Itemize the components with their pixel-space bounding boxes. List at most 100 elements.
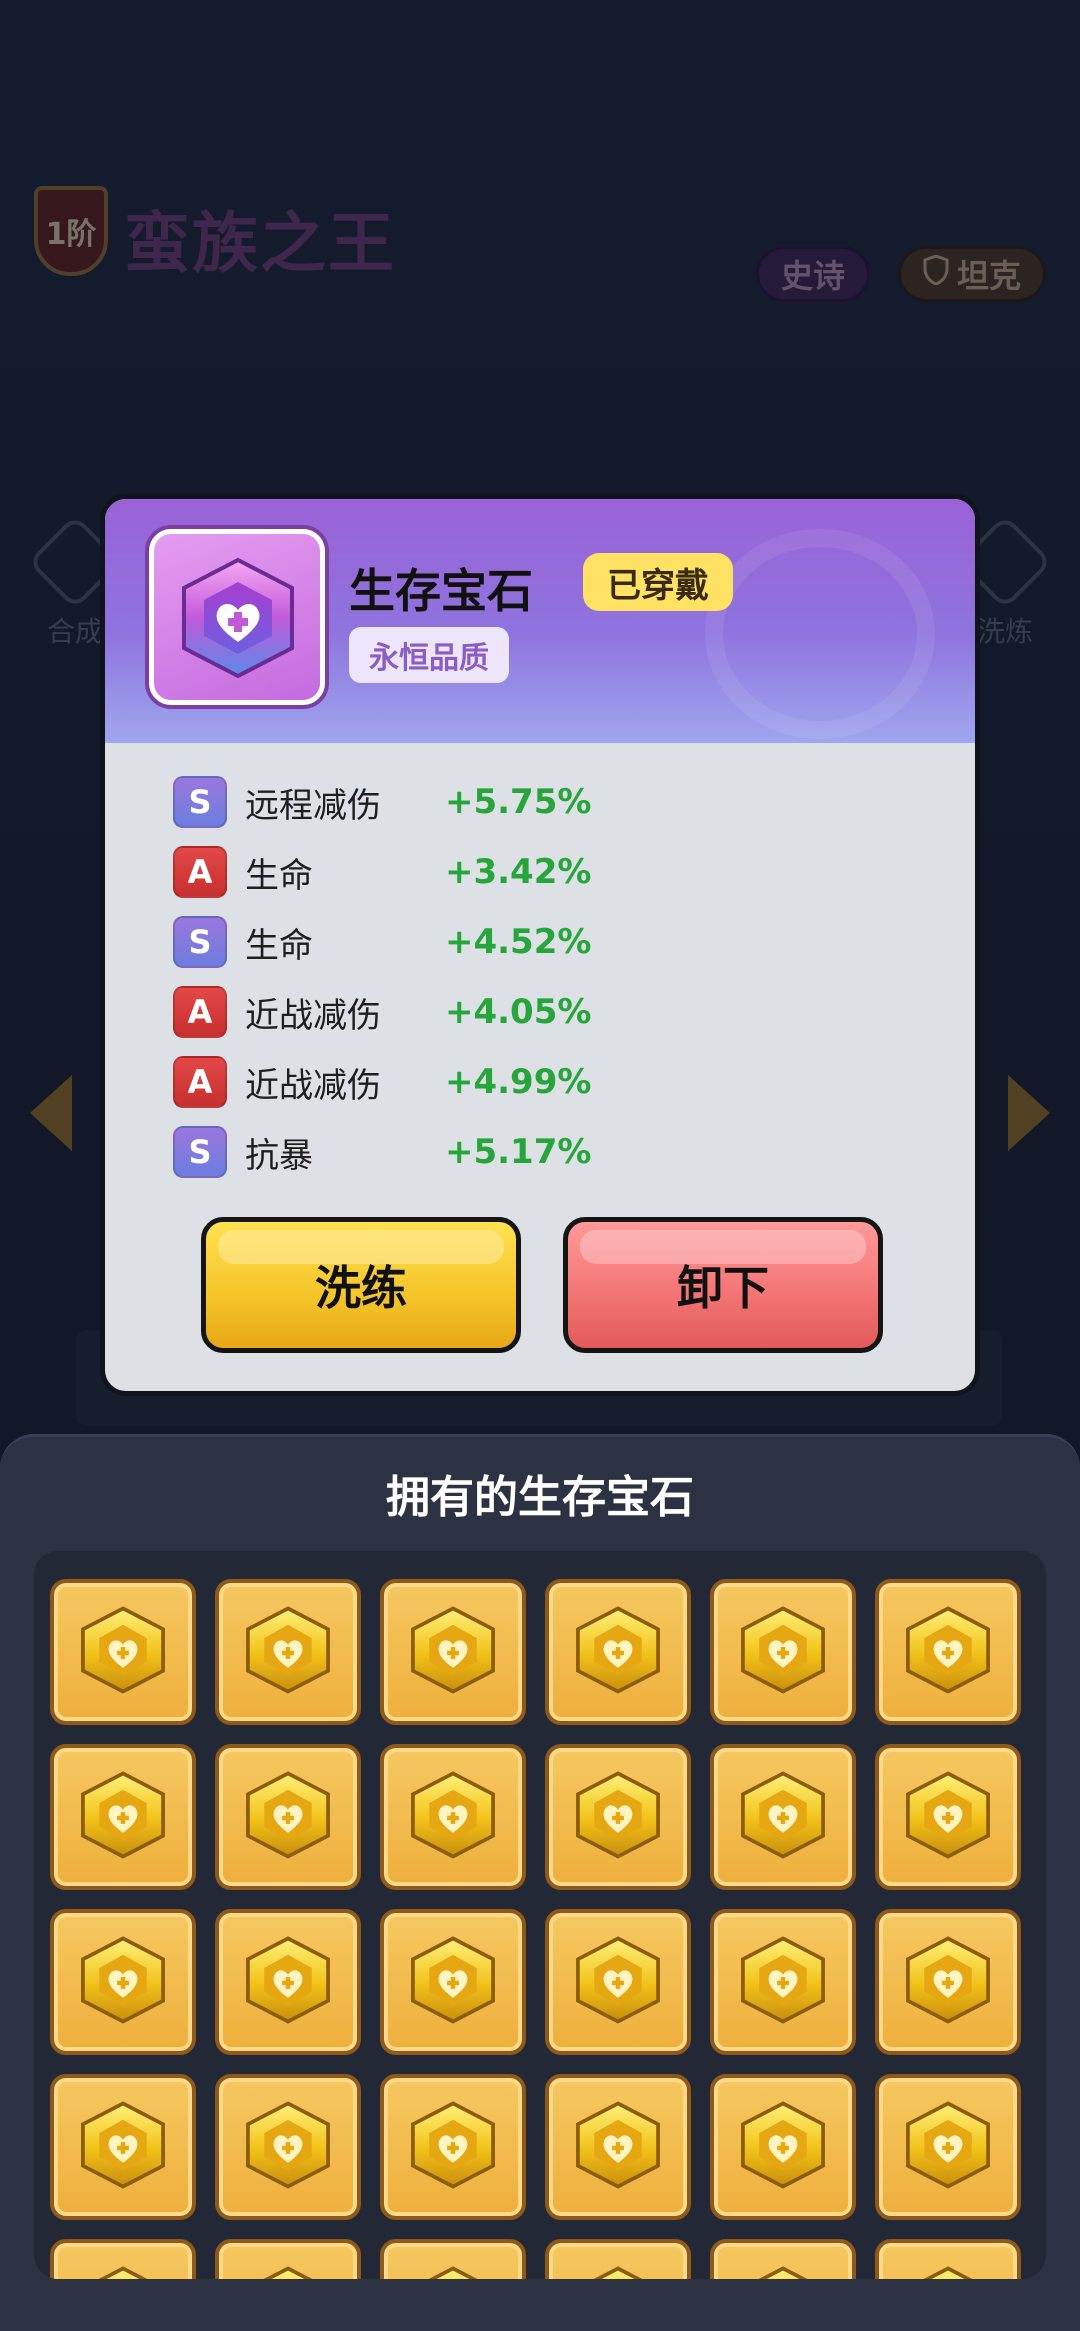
stat-value: +3.42% <box>445 852 592 892</box>
stat-row: S 抗暴 +5.17% <box>173 1117 933 1187</box>
survival-gem-icon <box>570 2264 666 2279</box>
stat-row: S 生命 +4.52% <box>173 907 933 977</box>
inventory-slot[interactable] <box>215 1579 361 1725</box>
inventory-slot[interactable] <box>875 1744 1021 1890</box>
stat-name: 抗暴 <box>245 1135 313 1176</box>
survival-gem-icon <box>405 1604 501 1700</box>
rank-badge-label: 1阶 <box>45 217 97 252</box>
inventory-slot[interactable] <box>50 1579 196 1725</box>
inventory-slot[interactable] <box>875 2239 1021 2279</box>
stat-value: +5.75% <box>445 782 592 822</box>
stat-value: +4.99% <box>445 1062 592 1102</box>
inventory-slot[interactable] <box>545 1579 691 1725</box>
inventory-slot[interactable] <box>380 2239 526 2279</box>
inventory-slot[interactable] <box>380 2074 526 2220</box>
popup-header: 生存宝石 已穿戴 永恒品质 <box>105 499 975 743</box>
survival-gem-icon <box>570 1934 666 2030</box>
inventory-slot[interactable] <box>215 1744 361 1890</box>
grade-badge: S <box>173 916 227 968</box>
survival-gem-icon <box>405 1934 501 2030</box>
survival-gem-icon <box>735 2099 831 2195</box>
inventory-grid-container[interactable] <box>34 1551 1046 2279</box>
refine-button-label: 洗练 <box>315 1261 407 1315</box>
rank-badge: 1阶 <box>34 186 108 276</box>
inventory-slot[interactable] <box>545 2074 691 2220</box>
tag-tank-label: 坦克 <box>957 257 1022 295</box>
stat-name: 生命 <box>245 855 313 896</box>
stat-name: 远程减伤 <box>245 785 381 826</box>
survival-gem-icon <box>75 1934 171 2030</box>
survival-gem-icon <box>75 2264 171 2279</box>
survival-gem-icon <box>900 2264 996 2279</box>
refine-button[interactable]: 洗练 <box>201 1217 521 1353</box>
inventory-slot[interactable] <box>50 1909 196 2055</box>
survival-gem-icon <box>900 2099 996 2195</box>
inventory-slot[interactable] <box>710 2239 856 2279</box>
stat-row: S 远程减伤 +5.75% <box>173 767 933 837</box>
unequip-button-label: 卸下 <box>677 1261 769 1315</box>
stat-name: 近战减伤 <box>245 1065 381 1106</box>
gem-detail-popup: 生存宝石 已穿戴 永恒品质 S 远程减伤 +5.75% A 生命 +3.42% … <box>100 494 980 1396</box>
survival-gem-icon <box>75 1604 171 1700</box>
stat-row: A 生命 +3.42% <box>173 837 933 907</box>
inventory-slot[interactable] <box>380 1744 526 1890</box>
inventory-slot[interactable] <box>545 1744 691 1890</box>
survival-gem-icon <box>240 1604 336 1700</box>
unequip-button[interactable]: 卸下 <box>563 1217 883 1353</box>
survival-gem-icon <box>735 1604 831 1700</box>
gem-title: 生存宝石 <box>349 564 533 618</box>
inventory-slot[interactable] <box>215 1909 361 2055</box>
inventory-slot[interactable] <box>50 1744 196 1890</box>
next-arrow-icon[interactable] <box>1008 1075 1050 1151</box>
equipped-badge: 已穿戴 <box>583 553 733 611</box>
stat-row: A 近战减伤 +4.05% <box>173 977 933 1047</box>
survival-gem-icon <box>240 1934 336 2030</box>
inventory-slot[interactable] <box>380 1909 526 2055</box>
inventory-slot[interactable] <box>545 1909 691 2055</box>
survival-gem-icon <box>570 2099 666 2195</box>
grade-badge: A <box>173 986 227 1038</box>
inventory-panel: 拥有的生存宝石 <box>0 1434 1080 2331</box>
inventory-slot[interactable] <box>50 2239 196 2279</box>
inventory-slot[interactable] <box>875 2074 1021 2220</box>
grade-badge: A <box>173 846 227 898</box>
inventory-slot[interactable] <box>710 1579 856 1725</box>
hero-name: 蛮族之王 <box>124 205 396 282</box>
inventory-slot[interactable] <box>50 2074 196 2220</box>
inventory-slot[interactable] <box>545 2239 691 2279</box>
grade-badge: S <box>173 1126 227 1178</box>
tag-epic: 史诗 <box>756 246 871 302</box>
survival-gem-icon <box>900 1769 996 1865</box>
survival-gem-icon <box>570 1604 666 1700</box>
grade-badge: A <box>173 1056 227 1108</box>
survival-gem-icon <box>735 2264 831 2279</box>
previous-arrow-icon[interactable] <box>30 1075 72 1151</box>
shield-icon <box>923 254 949 293</box>
survival-gem-icon <box>405 1769 501 1865</box>
inventory-slot[interactable] <box>215 2239 361 2279</box>
survival-gem-icon <box>240 1769 336 1865</box>
stat-value: +4.05% <box>445 992 592 1032</box>
inventory-slot[interactable] <box>875 1579 1021 1725</box>
survival-gem-icon <box>735 1769 831 1865</box>
inventory-slot[interactable] <box>710 1744 856 1890</box>
inventory-slot[interactable] <box>380 1579 526 1725</box>
inventory-grid <box>50 1579 1040 2279</box>
inventory-slot[interactable] <box>710 2074 856 2220</box>
stat-value: +4.52% <box>445 922 592 962</box>
inventory-title: 拥有的生存宝石 <box>386 1472 694 1523</box>
quality-badge: 永恒品质 <box>349 627 509 683</box>
merge-label: 合成 <box>46 615 103 648</box>
stat-row: A 近战减伤 +4.99% <box>173 1047 933 1117</box>
survival-gem-icon <box>900 1604 996 1700</box>
survival-gem-icon <box>240 2264 336 2279</box>
inventory-slot[interactable] <box>710 1909 856 2055</box>
gem-portrait <box>149 529 325 705</box>
tag-epic-label: 史诗 <box>781 257 846 295</box>
stat-name: 生命 <box>245 925 313 966</box>
grade-badge: S <box>173 776 227 828</box>
inventory-slot[interactable] <box>215 2074 361 2220</box>
stat-name: 近战减伤 <box>245 995 381 1036</box>
survival-gem-icon <box>405 2099 501 2195</box>
inventory-slot[interactable] <box>875 1909 1021 2055</box>
